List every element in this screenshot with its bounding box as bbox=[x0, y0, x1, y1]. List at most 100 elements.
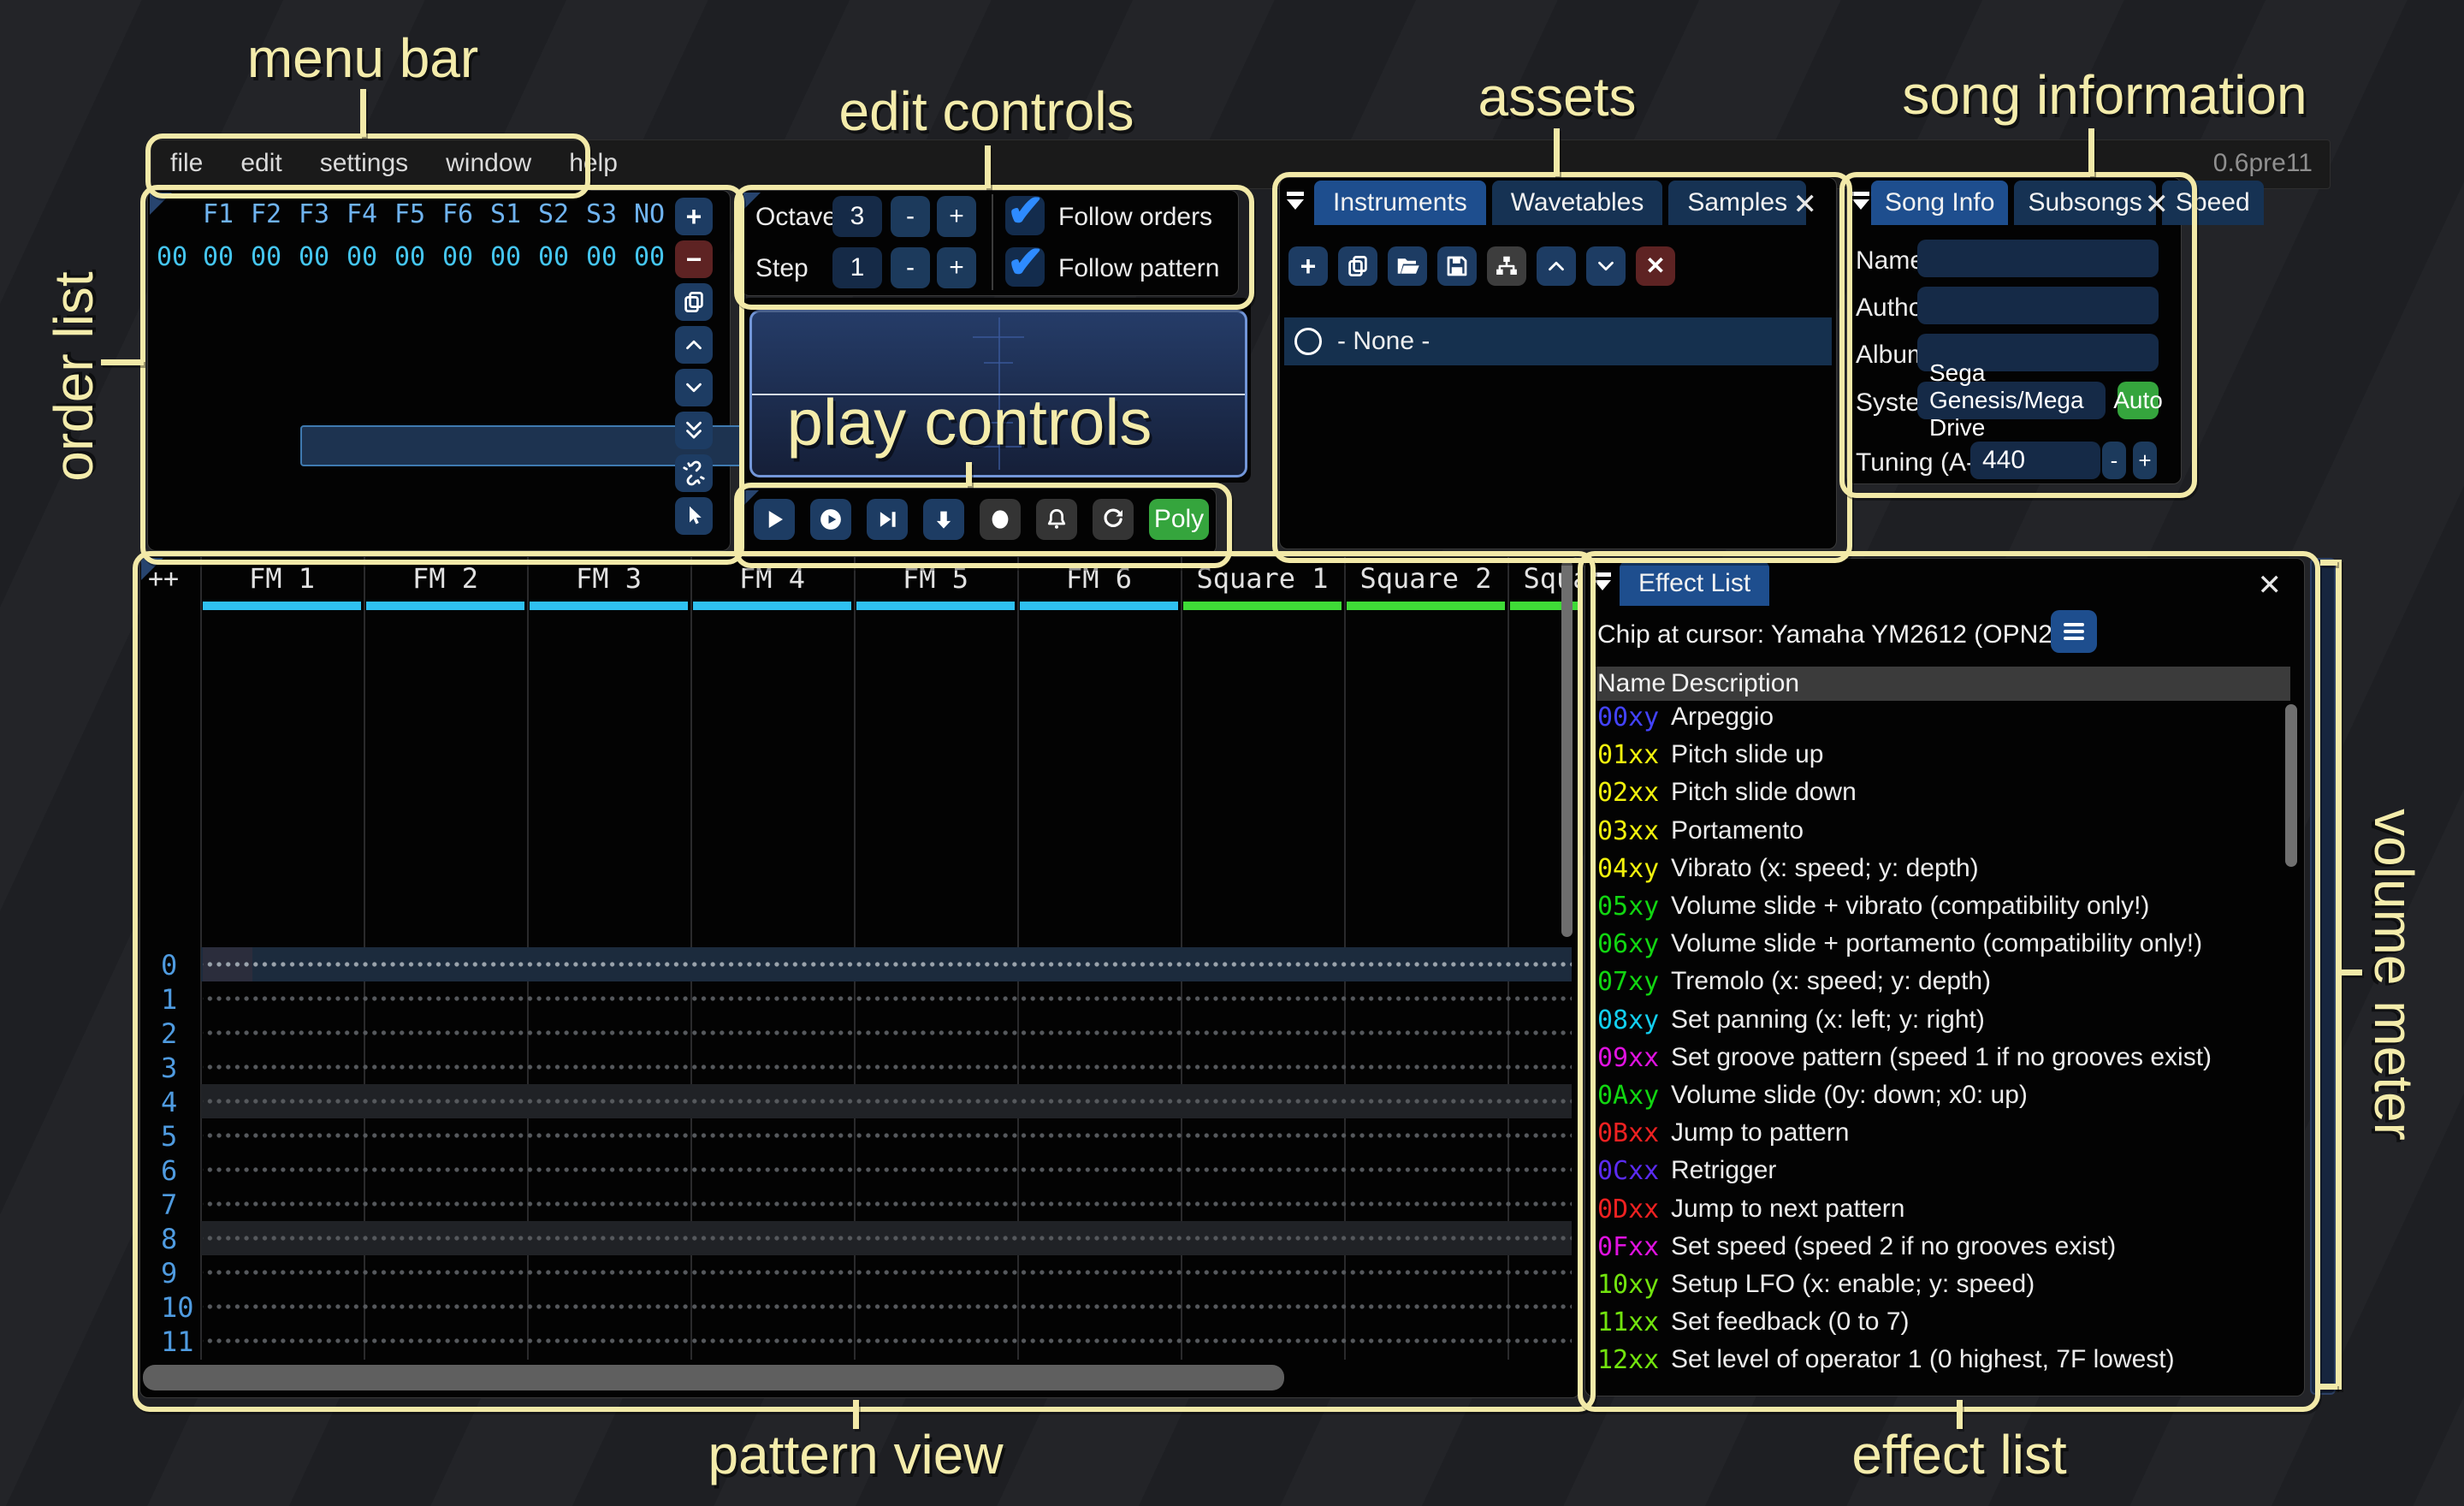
effect-row[interactable]: 0AxyVolume slide (0y: down; x0: up) bbox=[1585, 1081, 2287, 1118]
step-value[interactable]: 1 bbox=[832, 247, 882, 288]
order-cell[interactable]: 00 bbox=[530, 242, 578, 272]
move-up-button[interactable] bbox=[675, 326, 713, 364]
tuning-decrement-button[interactable]: - bbox=[2102, 442, 2126, 479]
pattern-empty-row[interactable] bbox=[203, 1255, 1572, 1290]
channel-header-7[interactable]: Square 1 bbox=[1181, 562, 1344, 595]
step-increment-button[interactable]: + bbox=[937, 247, 976, 288]
effect-row[interactable]: 07xyTremolo (x: speed; y: depth) bbox=[1585, 967, 2287, 1005]
window-collapse-icon[interactable] bbox=[1287, 192, 1306, 210]
step-one-row-button[interactable] bbox=[923, 499, 964, 540]
effect-row[interactable]: 08xySet panning (x: left; y: right) bbox=[1585, 1005, 2287, 1043]
channel-header-6[interactable]: FM 6 bbox=[1017, 562, 1181, 595]
order-cell[interactable]: 00 bbox=[482, 242, 530, 272]
asset-list-item[interactable]: - None - bbox=[1284, 317, 1832, 365]
order-cell[interactable]: 00 bbox=[194, 242, 242, 272]
asset-delete-button[interactable]: ✕ bbox=[1636, 246, 1675, 286]
oscilloscope-display[interactable] bbox=[749, 310, 1247, 477]
octave-increment-button[interactable]: + bbox=[937, 196, 976, 237]
follow-orders-checkbox[interactable]: ✔ bbox=[1005, 196, 1045, 235]
pattern-empty-row[interactable] bbox=[203, 1118, 1572, 1153]
author-field[interactable] bbox=[1917, 287, 2159, 324]
asset-toggle-folders-button[interactable] bbox=[1487, 246, 1526, 286]
effect-row[interactable]: 0BxxJump to pattern bbox=[1585, 1118, 2287, 1156]
tab-speed[interactable]: Speed bbox=[2162, 181, 2264, 225]
pattern-empty-row[interactable] bbox=[203, 1016, 1572, 1050]
window-collapse-icon[interactable] bbox=[1594, 572, 1613, 590]
effect-row[interactable]: 04xyVibrato (x: speed; y: depth) bbox=[1585, 854, 2287, 892]
channel-header-5[interactable]: FM 5 bbox=[854, 562, 1017, 595]
pattern-vertical-scrollbar[interactable] bbox=[1561, 560, 1573, 937]
close-icon[interactable]: ✕ bbox=[2145, 190, 2170, 219]
selection-mode-button[interactable] bbox=[675, 497, 713, 535]
menu-item-settings[interactable]: settings bbox=[320, 140, 408, 187]
pattern-empty-row[interactable] bbox=[203, 947, 1572, 981]
pattern-empty-row[interactable] bbox=[203, 1290, 1572, 1324]
effect-row[interactable]: 10xySetup LFO (x: enable; y: speed) bbox=[1585, 1270, 2287, 1307]
asset-add-button[interactable]: + bbox=[1288, 246, 1328, 286]
effect-row[interactable]: 09xxSet groove pattern (speed 1 if no gr… bbox=[1585, 1043, 2287, 1081]
tab-subsongs[interactable]: Subsongs bbox=[2014, 181, 2155, 225]
order-cell[interactable]: 00 bbox=[625, 242, 673, 272]
menu-item-window[interactable]: window bbox=[446, 140, 531, 187]
play-pattern-button[interactable] bbox=[810, 499, 851, 540]
play-from-cursor-button[interactable] bbox=[867, 499, 908, 540]
tab-samples[interactable]: Samples bbox=[1668, 181, 1806, 225]
effect-row[interactable]: 00xyArpeggio bbox=[1585, 703, 2287, 740]
effect-row[interactable]: 05xyVolume slide + vibrato (compatibilit… bbox=[1585, 892, 2287, 929]
tuning-increment-button[interactable]: + bbox=[2133, 442, 2157, 479]
tab-instruments[interactable]: Instruments bbox=[1314, 181, 1486, 225]
asset-save-button[interactable] bbox=[1437, 246, 1477, 286]
step-decrement-button[interactable]: - bbox=[891, 247, 930, 288]
tab-wavetables[interactable]: Wavetables bbox=[1492, 181, 1663, 225]
move-down-button[interactable] bbox=[675, 369, 713, 406]
pattern-horizontal-scrollbar[interactable] bbox=[143, 1365, 1284, 1390]
remove-button[interactable]: − bbox=[675, 240, 713, 278]
order-selected-row-highlight[interactable] bbox=[300, 425, 808, 466]
pattern-empty-row[interactable] bbox=[203, 1084, 1572, 1118]
window-collapse-icon[interactable] bbox=[1852, 192, 1871, 210]
effect-list-scrollbar[interactable] bbox=[2285, 704, 2297, 867]
channel-header-4[interactable]: FM 4 bbox=[690, 562, 854, 595]
menu-item-help[interactable]: help bbox=[569, 140, 618, 187]
order-cell[interactable]: 00 bbox=[578, 242, 625, 272]
pattern-empty-row[interactable] bbox=[203, 1187, 1572, 1221]
menu-item-file[interactable]: file bbox=[170, 140, 203, 187]
duplicate-button[interactable] bbox=[675, 283, 713, 321]
effect-row[interactable]: 02xxPitch slide down bbox=[1585, 778, 2287, 815]
order-cell[interactable]: 00 bbox=[290, 242, 338, 272]
channel-header-8[interactable]: Square 2 bbox=[1344, 562, 1507, 595]
pattern-empty-row[interactable] bbox=[203, 1050, 1572, 1084]
effect-row[interactable]: 11xxSet feedback (0 to 7) bbox=[1585, 1307, 2287, 1345]
play-button[interactable] bbox=[754, 499, 795, 540]
system-value[interactable]: Sega Genesis/Mega Drive bbox=[1917, 382, 2106, 419]
add-button[interactable]: + bbox=[675, 198, 713, 235]
pattern-empty-row[interactable] bbox=[203, 1324, 1572, 1358]
poly-button[interactable]: Poly bbox=[1149, 499, 1209, 540]
metronome-button[interactable] bbox=[1036, 499, 1077, 540]
effect-row[interactable]: 12xxSet level of operator 1 (0 highest, … bbox=[1585, 1345, 2287, 1383]
tuning-value[interactable]: 440 bbox=[1970, 442, 2100, 479]
channel-header-2[interactable]: FM 2 bbox=[364, 562, 527, 595]
effect-list-menu-button[interactable] bbox=[2051, 610, 2097, 653]
tab-song-info[interactable]: Song Info bbox=[1871, 181, 2008, 225]
move-to-bottom-button[interactable] bbox=[675, 412, 713, 449]
effect-row[interactable]: 0DxxJump to next pattern bbox=[1585, 1195, 2287, 1232]
asset-duplicate-button[interactable] bbox=[1338, 246, 1377, 286]
effect-row[interactable]: 0FxxSet speed (speed 2 if no grooves exi… bbox=[1585, 1232, 2287, 1270]
effect-row[interactable]: 03xxPortamento bbox=[1585, 816, 2287, 854]
repeat-button[interactable] bbox=[1093, 499, 1134, 540]
menu-item-edit[interactable]: edit bbox=[240, 140, 281, 187]
order-cell[interactable]: 00 bbox=[242, 242, 290, 272]
asset-open-button[interactable] bbox=[1388, 246, 1427, 286]
octave-value[interactable]: 3 bbox=[832, 196, 882, 237]
pattern-empty-row[interactable] bbox=[203, 981, 1572, 1016]
order-cell[interactable]: 00 bbox=[386, 242, 434, 272]
close-icon[interactable]: ✕ bbox=[1793, 190, 1818, 219]
auto-button[interactable]: Auto bbox=[2118, 382, 2159, 419]
effect-row[interactable]: 01xxPitch slide up bbox=[1585, 740, 2287, 778]
asset-move-down-button[interactable] bbox=[1586, 246, 1626, 286]
pattern-empty-row[interactable] bbox=[203, 1153, 1572, 1187]
order-row-index[interactable]: 00 bbox=[148, 242, 196, 272]
order-cell[interactable]: 00 bbox=[434, 242, 482, 272]
channel-header-3[interactable]: FM 3 bbox=[527, 562, 690, 595]
